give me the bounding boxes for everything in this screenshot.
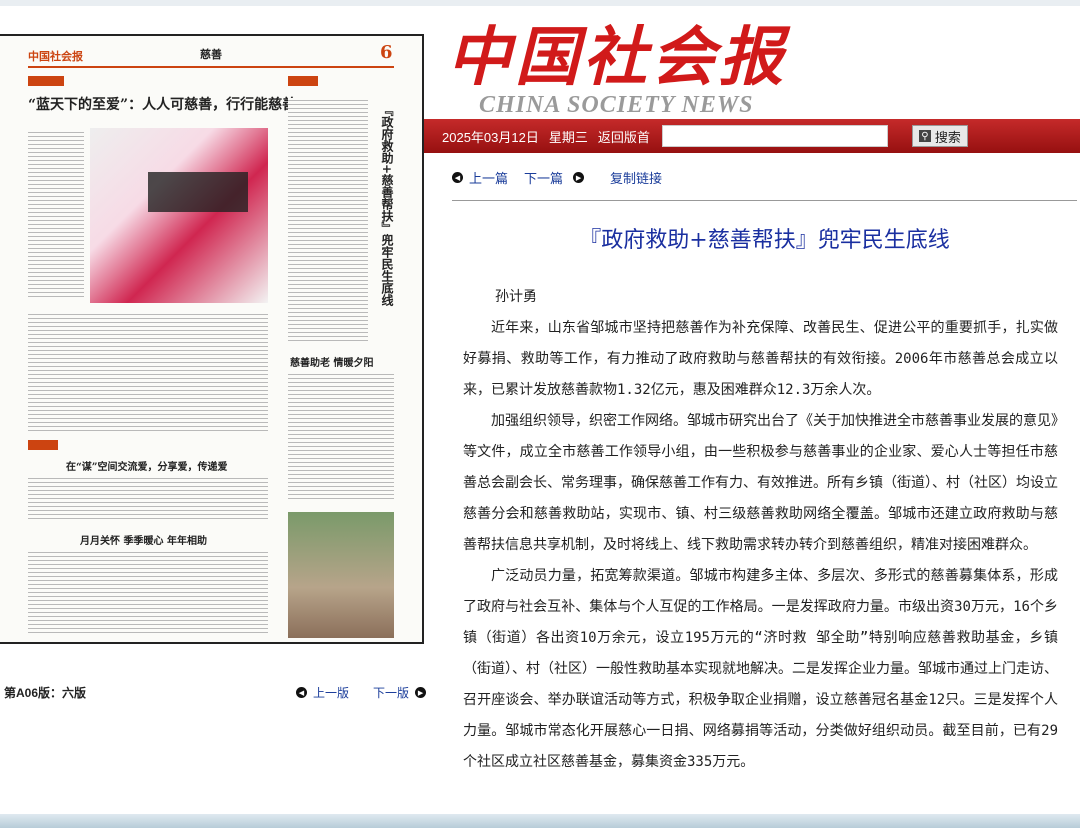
page-label: 第A06版：六版 (4, 686, 87, 700)
prev-article-link[interactable]: 上一篇 (469, 168, 508, 187)
paper-rule (28, 66, 394, 68)
back-to-front-link[interactable]: 返回版首 (598, 127, 650, 146)
prev-page-link[interactable]: 上一版 (313, 684, 349, 701)
article-body: 近年来，山东省邹城市坚持把慈善作为补充保障、改善民生、促进公平的重要抓手，扎实做… (463, 313, 1058, 778)
logo-english: CHINA SOCIETY NEWS (479, 92, 754, 118)
article-title: 『政府救助+慈善帮扶』兜牢民生底线 (579, 228, 950, 253)
newspaper-page-image[interactable]: 中国社会报 慈善 6 “蓝天下的至爱”：人人可慈善，行行能慈善 『政府救助+慈善… (0, 34, 424, 644)
paper-tag (28, 76, 64, 86)
paper-subheadline[interactable]: 在“谋”空间交流爱，分享爱，传递爱 (66, 458, 228, 473)
paper-photo-exhibit (90, 128, 268, 303)
arrow-left-icon: ◀ (452, 172, 463, 183)
paper-text-block (28, 476, 268, 520)
paper-masthead: 中国社会报 (28, 50, 83, 63)
page-navigation: ◀ 上一版 下一版 ▶ (296, 684, 427, 701)
paper-headline[interactable]: “蓝天下的至爱”：人人可慈善，行行能慈善 (28, 94, 296, 114)
logo-chinese: 中国社会报 (447, 20, 787, 95)
article-paragraph: 近年来，山东省邹城市坚持把慈善作为补充保障、改善民生、促进公平的重要抓手，扎实做… (463, 320, 1058, 398)
article-paragraph: 广泛动员力量，拓宽筹款渠道。邹城市构建多主体、多层次、多形式的慈善募集体系，形成… (463, 568, 1058, 770)
paper-section: 慈善 (200, 48, 222, 61)
paper-text-block (288, 372, 394, 502)
bottom-scrollbar[interactable] (0, 814, 1080, 828)
next-article-link[interactable]: 下一篇 (524, 168, 563, 187)
article-paragraph: 加强组织领导，织密工作网络。邹城市研究出台了《关于加快推进全市慈善事业发展的意见… (463, 413, 1058, 553)
paper-text-block (28, 550, 268, 636)
paper-subheadline[interactable]: 慈善助老 情暖夕阳 (290, 354, 373, 369)
arrow-right-icon: ▶ (415, 687, 427, 698)
arrow-right-icon: ▶ (573, 172, 585, 183)
paper-tag (28, 440, 58, 450)
search-button-label: 搜索 (934, 129, 961, 145)
article-navigation: ◀ 上一篇 下一篇 ▶ 复制链接 (452, 168, 672, 187)
issue-date: 2025年03月12日 (442, 129, 539, 145)
next-page-link[interactable]: 下一版 (373, 684, 409, 701)
paper-subheadline[interactable]: 月月关怀 季季暖心 年年相助 (80, 532, 207, 547)
issue-weekday: 星期三 (548, 129, 588, 145)
site-logo: 中国社会报 CHINA SOCIETY NEWS (447, 6, 837, 118)
paper-photo-elderly (288, 512, 394, 638)
date-search-bar: 2025年03月12日 星期三 返回版首 ⚲ 搜索 (442, 119, 1072, 153)
paper-text-block (28, 130, 84, 300)
paper-vertical-headline[interactable]: 『政府救助+慈善帮扶』兜牢民生底线 (376, 104, 394, 306)
search-icon: ⚲ (918, 130, 931, 142)
search-button[interactable]: ⚲ 搜索 (911, 125, 968, 147)
article-divider (452, 200, 1077, 201)
arrow-left-icon: ◀ (296, 687, 307, 698)
search-input[interactable] (661, 125, 888, 147)
copy-link[interactable]: 复制链接 (610, 168, 662, 187)
paper-text-block (28, 312, 268, 432)
paper-page-number: 6 (380, 42, 393, 63)
paper-text-block (288, 98, 368, 344)
article-author: 孙计勇 (495, 289, 537, 305)
paper-tag (288, 76, 318, 86)
